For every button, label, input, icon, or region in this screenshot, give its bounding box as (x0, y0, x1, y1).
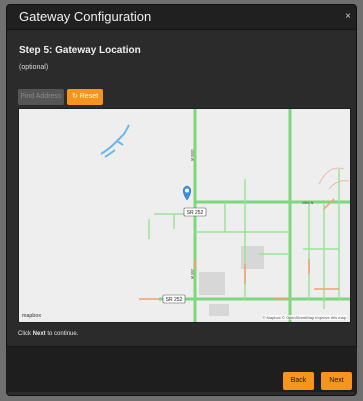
map-canvas[interactable]: SR 252 SR 252 1500 N 1000 W 200 W (19, 109, 351, 323)
road-label-vertical-lower: 200 W (190, 269, 194, 280)
dialog-titlebar: Gateway Configuration × (7, 5, 356, 30)
close-icon[interactable]: × (345, 11, 351, 22)
step-title: Step 5: Gateway Location (19, 45, 141, 56)
sr252-lower-label: SR 252 (166, 297, 183, 303)
road-label-vertical: 1000 W (190, 149, 194, 162)
sr252-upper-label: SR 252 (187, 210, 204, 216)
instruction-bold: Next (32, 331, 46, 337)
gateway-location-map[interactable]: SR 252 SR 252 1500 N 1000 W 200 W mapbox… (18, 108, 351, 323)
sr252-lower-shield: SR 252 (162, 294, 186, 304)
instruction-text: Click Next to continue. (18, 331, 78, 337)
sr252-upper-shield: SR 252 (183, 207, 207, 217)
step-subtitle: (optional) (19, 64, 49, 71)
instruction-prefix: Click (18, 331, 33, 337)
next-button[interactable]: Next (321, 372, 352, 390)
instruction-suffix: to continue. (45, 331, 79, 337)
find-address-button: Find Address (18, 89, 64, 105)
map-attribution[interactable]: © Mapbox © OpenStreetMap Improve this ma… (261, 315, 347, 320)
parcel (199, 272, 225, 295)
reset-button[interactable]: ↻ Reset (67, 89, 103, 105)
dialog-title: Gateway Configuration (19, 9, 152, 24)
mapbox-logo[interactable]: mapbox (22, 313, 41, 319)
parcel (209, 304, 229, 316)
back-button[interactable]: Back (283, 372, 314, 390)
road-label-1500n: 1500 N (302, 201, 314, 205)
